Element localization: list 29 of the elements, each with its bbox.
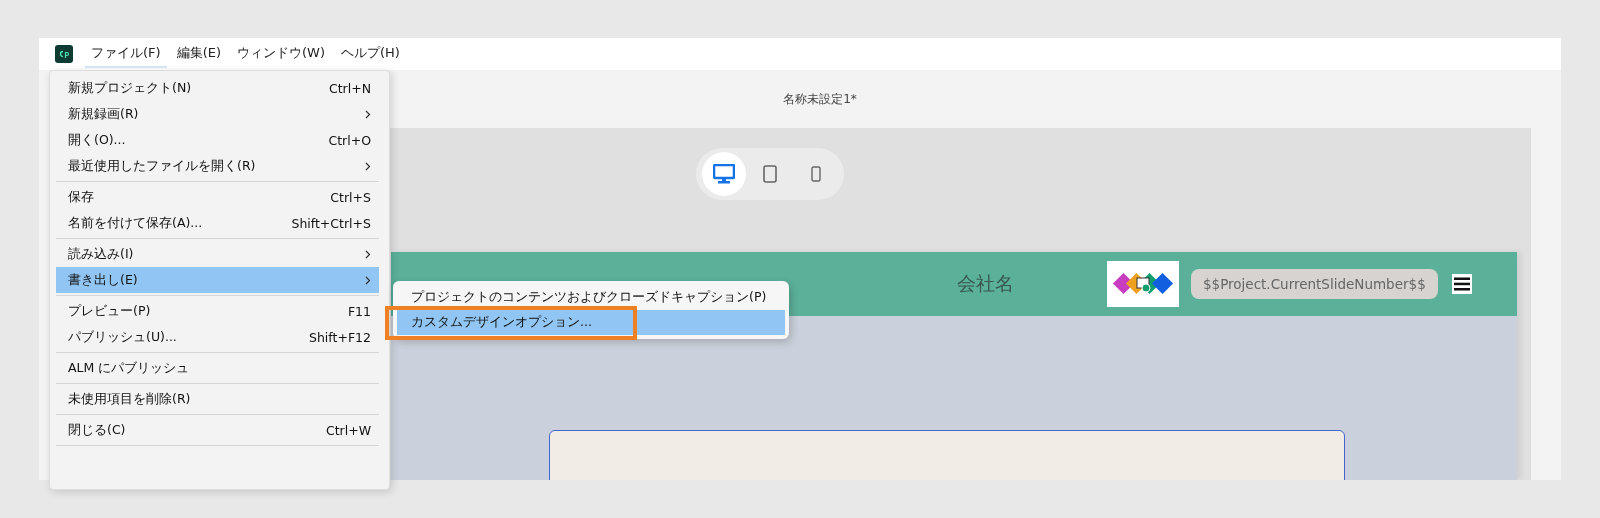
phone-icon <box>810 166 821 182</box>
menu-icon[interactable] <box>1451 274 1472 294</box>
menu-bar-item[interactable]: ファイル(F) <box>85 40 167 68</box>
app-logo-icon <box>55 45 73 63</box>
menu-bar-item[interactable]: ウィンドウ(W) <box>231 40 331 68</box>
slide-number-field: $$Project.CurrentSlideNumber$$ <box>1191 269 1438 299</box>
menu-bar-item[interactable]: ヘルプ(H) <box>335 40 406 68</box>
menu-item[interactable]: 新規録画(R) <box>56 101 379 127</box>
menu-item[interactable]: 閉じる(C) Ctrl+W <box>56 417 379 443</box>
menu-item[interactable]: 読み込み(I) <box>56 241 379 267</box>
menu-bar-item[interactable]: 編集(E) <box>170 40 227 68</box>
menu-item[interactable]: プレビュー(P) F11 <box>56 298 379 324</box>
monitor-icon <box>712 164 735 184</box>
menu-item[interactable]: 最近使用したファイルを開く(R) <box>56 153 379 179</box>
menu-item[interactable]: 書き出し(E) <box>56 267 379 293</box>
menu-item[interactable]: カスタムデザインオプション... <box>397 310 785 335</box>
document-title: 名称未設定1* <box>783 90 857 108</box>
menu-item[interactable]: 新規プロジェクト(N) Ctrl+N <box>56 75 379 101</box>
menu-item[interactable]: 名前を付けて保存(A)... Shift+Ctrl+S <box>56 210 379 236</box>
menu-item[interactable]: ALM にパブリッシュ <box>56 355 379 381</box>
menu-item[interactable]: 保存 Ctrl+S <box>56 184 379 210</box>
menu-item[interactable]: 未使用項目を削除(R) <box>56 386 379 412</box>
menu-item[interactable]: プロジェクトのコンテンツおよびクローズドキャプション(P) <box>397 285 785 310</box>
company-name: 会社名 <box>957 271 1015 296</box>
menu-item[interactable]: パブリッシュ(U)... Shift+F12 <box>56 324 379 350</box>
device-button[interactable] <box>701 152 746 196</box>
tablet-icon <box>762 165 777 183</box>
image-placeholder <box>1107 261 1179 307</box>
menu-item[interactable]: 開く(O)... Ctrl+O <box>56 127 379 153</box>
